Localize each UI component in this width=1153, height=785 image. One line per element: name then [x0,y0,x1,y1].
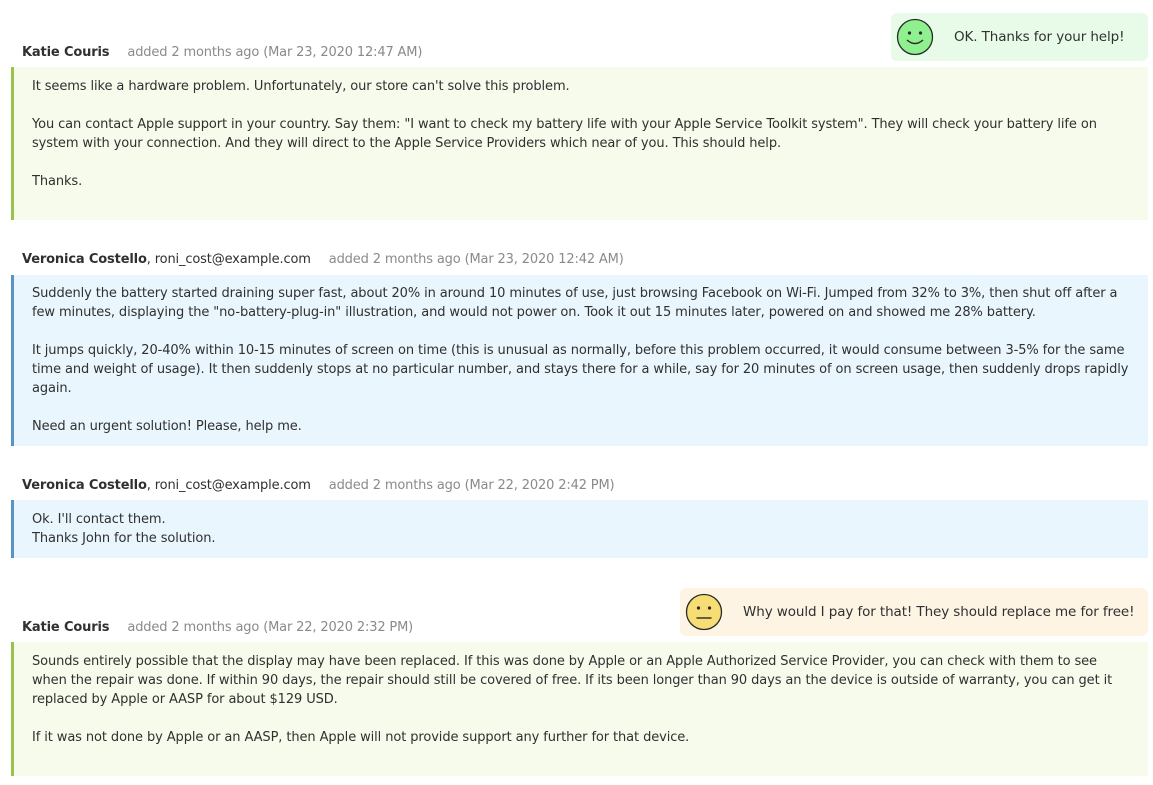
comment-author: Veronica Costello [22,478,147,493]
comment-header: Katie Couris added 2 months ago (Mar 22,… [22,619,413,637]
comment-author: Katie Couris [22,45,110,60]
rating-text: Why would I pay for that! They should re… [743,604,1135,620]
rating-text: OK. Thanks for your help! [954,29,1125,45]
comment-paragraph: It seems like a hardware problem. Unfort… [32,79,570,94]
comment-line: Ok. I'll contact them. [32,512,166,527]
comment-body-customer: Suddenly the battery started draining su… [11,275,1148,446]
comment-body-admin: Sounds entirely possible that the displa… [11,642,1148,776]
comment-paragraph: Thanks. [32,174,83,189]
comment-email: , roni_cost@example.com [146,252,311,267]
comment-header: Katie Couris added 2 months ago (Mar 23,… [22,44,422,62]
comment-paragraph: Suddenly the battery started draining su… [32,286,1118,320]
comment-date: added 2 months ago (Mar 23, 2020 12:42 A… [328,252,624,267]
comment-header: Veronica Costello, roni_cost@example.com… [22,477,615,495]
rating-badge-happy: OK. Thanks for your help! [891,13,1148,61]
neutral-face-icon [685,593,723,631]
rating-badge-neutral: Why would I pay for that! They should re… [680,588,1148,636]
comment-email: , roni_cost@example.com [146,478,311,493]
comment-date: added 2 months ago (Mar 22, 2020 2:32 PM… [127,620,414,635]
comment-body-customer: Ok. I'll contact them. Thanks John for t… [11,500,1148,558]
happy-face-icon [896,18,934,56]
comment-date: added 2 months ago (Mar 23, 2020 12:47 A… [127,45,423,60]
comment-header: Veronica Costello, roni_cost@example.com… [22,251,624,269]
comment-date: added 2 months ago (Mar 22, 2020 2:42 PM… [328,478,615,493]
comment-paragraph: Need an urgent solution! Please, help me… [32,419,302,434]
comment-paragraph: Sounds entirely possible that the displa… [32,654,1113,707]
comment-paragraph: If it was not done by Apple or an AASP, … [32,730,690,745]
comment-paragraph: It jumps quickly, 20-40% within 10-15 mi… [32,343,1129,396]
comment-line: Thanks John for the solution. [32,531,216,546]
comment-author: Katie Couris [22,620,110,635]
comment-body-admin: It seems like a hardware problem. Unfort… [11,67,1148,220]
comment-author: Veronica Costello [22,252,147,267]
comment-paragraph: You can contact Apple support in your co… [32,117,1097,151]
